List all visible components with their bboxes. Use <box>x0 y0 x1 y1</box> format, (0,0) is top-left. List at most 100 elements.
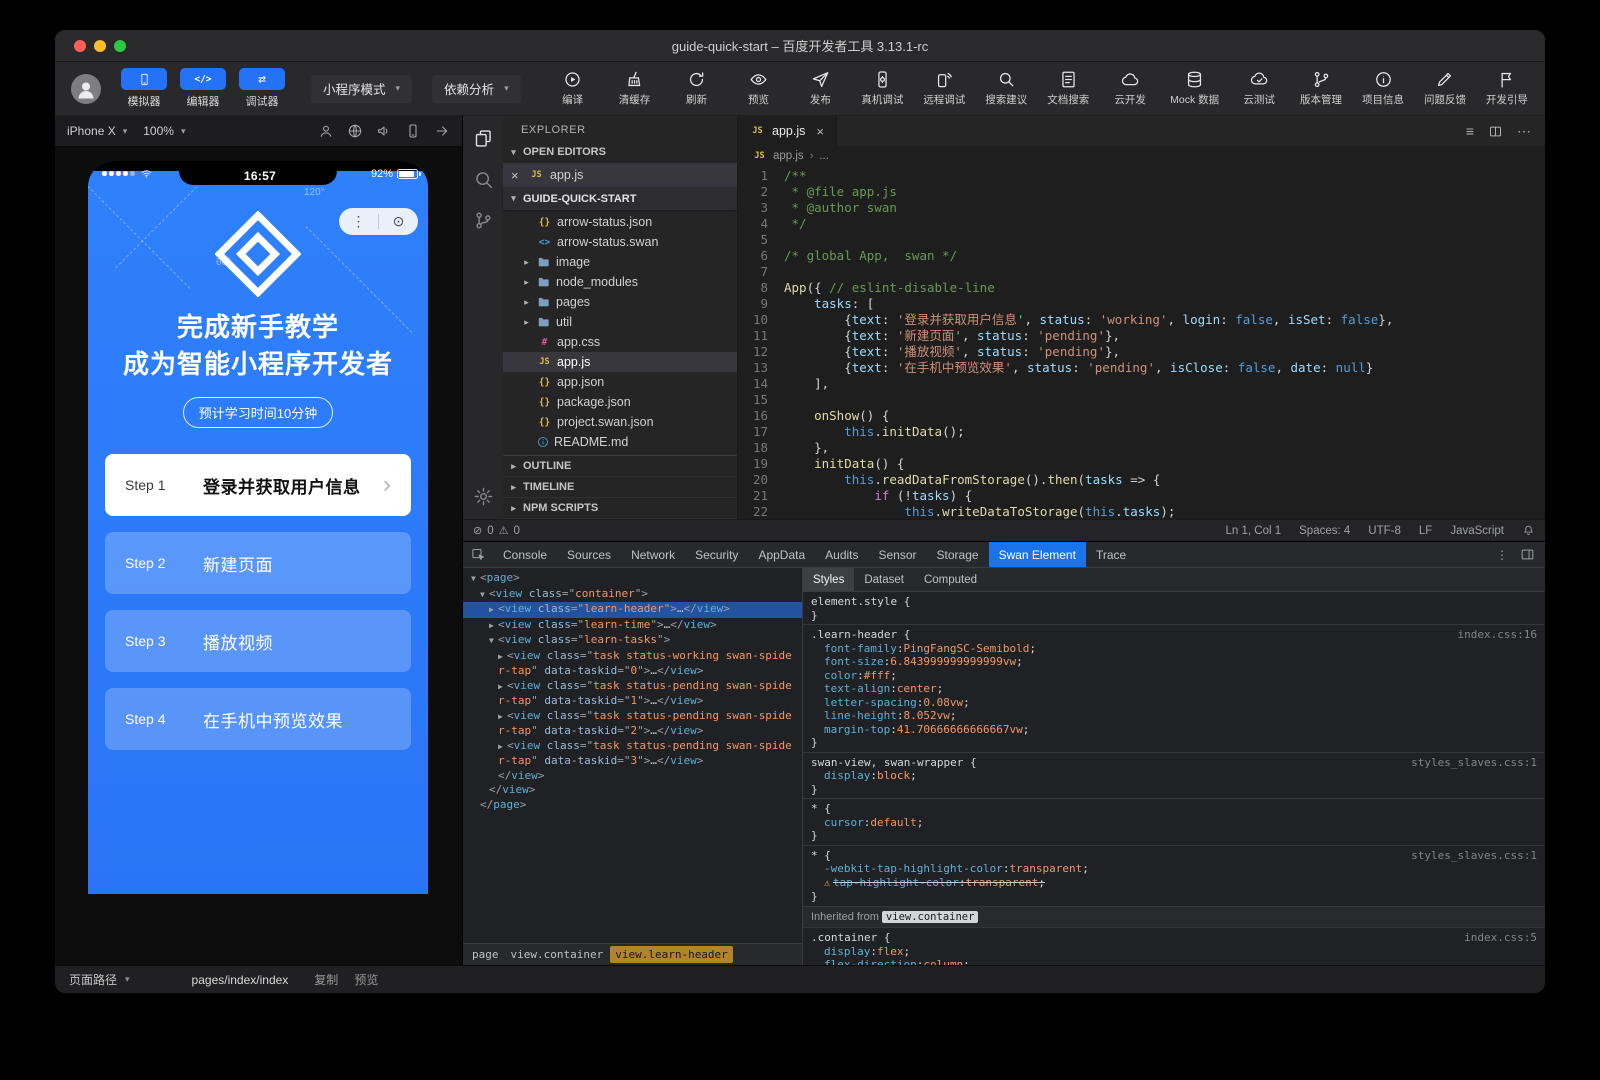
devtools-tab-console[interactable]: Console <box>493 542 557 567</box>
file-pages[interactable]: ▸pages <box>503 292 737 312</box>
more-menu-icon[interactable]: ⋮ <box>339 213 378 230</box>
section-timeline[interactable]: ▸TIMELINE <box>503 477 737 498</box>
rule-selector[interactable]: swan-view, swan-wrapper { <box>811 756 977 770</box>
dom-node[interactable]: ▶<view class="task status-pending swan-s… <box>463 709 802 739</box>
encoding[interactable]: UTF-8 <box>1368 525 1401 537</box>
mode-button-simulator[interactable]: 模拟器 <box>121 68 167 109</box>
code-area[interactable]: 12345678910111213141516171819202122 /** … <box>738 166 1545 519</box>
devtools-tab-audits[interactable]: Audits <box>815 542 868 567</box>
copy-path-button[interactable]: 复制 <box>314 971 338 988</box>
file-project.swan.json[interactable]: {}project.swan.json <box>503 412 737 432</box>
dom-node[interactable]: ▶<view class="task status-working swan-s… <box>463 649 802 679</box>
file-util[interactable]: ▸util <box>503 312 737 332</box>
file-arrow-status.json[interactable]: {}arrow-status.json <box>503 212 737 232</box>
style-property[interactable]: line-height:8.052vw; <box>811 709 1537 723</box>
style-property[interactable]: text-align:center; <box>811 682 1537 696</box>
action-version-control[interactable]: 版本管理 <box>1299 70 1343 107</box>
toolbar-dropdown-0[interactable]: 小程序模式▾ <box>311 75 412 103</box>
device-select[interactable]: iPhone X ▾ <box>67 124 127 138</box>
styles-tab-dataset[interactable]: Dataset <box>854 568 914 591</box>
section-outline[interactable]: ▸OUTLINE <box>503 456 737 477</box>
source-control-icon[interactable] <box>473 210 494 231</box>
styles-tab-computed[interactable]: Computed <box>914 568 987 591</box>
file-app.json[interactable]: {}app.json <box>503 372 737 392</box>
zoom-window-button[interactable] <box>114 40 126 52</box>
detach-simulator-icon[interactable] <box>434 123 450 139</box>
editor-tab-appjs[interactable]: JS app.js × <box>738 116 837 146</box>
more-actions-icon[interactable]: ⋯ <box>1517 123 1531 140</box>
mode-button-editor[interactable]: </>编辑器 <box>180 68 226 109</box>
minimize-window-button[interactable] <box>94 40 106 52</box>
project-root-section[interactable]: ▾ GUIDE-QUICK-START <box>503 187 737 210</box>
rule-selector[interactable]: * { <box>811 849 831 863</box>
close-tab-icon[interactable]: × <box>816 124 824 139</box>
action-refresh[interactable]: 刷新 <box>675 70 719 107</box>
notifications-bell-icon[interactable] <box>1522 524 1535 537</box>
devtools-tab-security[interactable]: Security <box>685 542 748 567</box>
file-arrow-status.swan[interactable]: <>arrow-status.swan <box>503 232 737 252</box>
dom-node[interactable]: </page> <box>463 798 802 813</box>
style-property[interactable]: ⚠tap-highlight-color:transparent; <box>811 876 1537 891</box>
step-card-4[interactable]: Step 4在手机中预览效果 <box>105 688 411 750</box>
action-clear-cache[interactable]: 清缓存 <box>613 70 657 107</box>
file-app.css[interactable]: #app.css <box>503 332 737 352</box>
style-property[interactable]: color:#fff; <box>811 669 1537 683</box>
style-property[interactable]: display:block; <box>811 769 1537 783</box>
section-npm-scripts[interactable]: ▸NPM SCRIPTS <box>503 498 737 519</box>
action-preview[interactable]: 预览 <box>736 70 780 107</box>
cursor-position[interactable]: Ln 1, Col 1 <box>1226 525 1282 537</box>
devtools-tab-trace[interactable]: Trace <box>1086 542 1136 567</box>
file-image[interactable]: ▸image <box>503 252 737 272</box>
devtools-tab-appdata[interactable]: AppData <box>748 542 815 567</box>
explorer-icon[interactable] <box>473 128 494 149</box>
step-card-3[interactable]: Step 3播放视频 <box>105 610 411 672</box>
gear-icon[interactable] <box>473 486 494 507</box>
search-icon[interactable] <box>473 169 494 190</box>
action-feedback[interactable]: 问题反馈 <box>1423 70 1467 107</box>
open-changes-icon[interactable]: ≡ <box>1466 123 1474 139</box>
file-README.md[interactable]: README.md <box>503 432 737 452</box>
stylesheet-link[interactable]: styles_slaves.css:1 <box>1399 849 1537 863</box>
indent-setting[interactable]: Spaces: 4 <box>1299 525 1350 537</box>
user-avatar[interactable] <box>71 74 101 104</box>
action-cloud-dev[interactable]: 云开发 <box>1108 70 1152 107</box>
action-device-debug[interactable]: 真机调试 <box>860 70 904 107</box>
eol[interactable]: LF <box>1419 525 1432 537</box>
action-remote-debug[interactable]: 远程调试 <box>922 70 966 107</box>
inspect-element-icon[interactable] <box>463 542 493 567</box>
devtools-tab-sensor[interactable]: Sensor <box>869 542 927 567</box>
style-property[interactable]: margin-top:41.70666666666667vw; <box>811 723 1537 737</box>
device-frame-icon[interactable] <box>405 123 421 139</box>
split-editor-icon[interactable] <box>1488 124 1503 139</box>
style-property[interactable]: font-size:6.843999999999999vw; <box>811 655 1537 669</box>
step-card-2[interactable]: Step 2新建页面 <box>105 532 411 594</box>
preview-path-button[interactable]: 预览 <box>354 971 378 988</box>
toolbar-dropdown-1[interactable]: 依赖分析▾ <box>432 75 521 103</box>
action-cloud-test[interactable]: 云测试 <box>1237 70 1281 107</box>
devtools-tab-storage[interactable]: Storage <box>927 542 989 567</box>
editor-breadcrumb[interactable]: JS app.js › ... <box>738 146 1545 166</box>
elements-crumb-1[interactable]: view.container <box>506 946 609 963</box>
dom-node[interactable]: ▶<view class="task status-pending swan-s… <box>463 679 802 709</box>
open-editors-section[interactable]: ▾ OPEN EDITORS <box>503 141 737 163</box>
styles-tab-styles[interactable]: Styles <box>803 568 854 591</box>
rule-selector[interactable]: element.style { <box>811 595 910 609</box>
style-property[interactable]: cursor:default; <box>811 816 1537 830</box>
mode-button-debugger[interactable]: ⇄调试器 <box>239 68 285 109</box>
rotate-device-icon[interactable] <box>347 123 363 139</box>
dom-node[interactable]: </view> <box>463 783 802 798</box>
action-dev-guide[interactable]: 开发引导 <box>1485 70 1529 107</box>
page-path-dropdown[interactable]: 页面路径 <box>69 971 117 988</box>
stylesheet-link[interactable]: styles_slaves.css:1 <box>1399 756 1537 770</box>
close-window-button[interactable] <box>74 40 86 52</box>
rule-selector[interactable]: .container { <box>811 931 890 945</box>
style-property[interactable]: -webkit-tap-highlight-color:transparent; <box>811 862 1537 876</box>
devtools-tab-sources[interactable]: Sources <box>557 542 621 567</box>
dock-side-icon[interactable] <box>1520 547 1535 562</box>
devtools-tab-network[interactable]: Network <box>621 542 685 567</box>
open-editor-app.js[interactable]: ×JSapp.js <box>503 163 737 187</box>
problems-summary[interactable]: ⊘ 0 ⚠ 0 <box>473 524 520 537</box>
dom-node[interactable]: ▶<view class="learn-header">…</view> <box>463 602 802 618</box>
file-app.js[interactable]: JSapp.js <box>503 352 737 372</box>
devtools-tab-swan-element[interactable]: Swan Element <box>989 542 1086 567</box>
